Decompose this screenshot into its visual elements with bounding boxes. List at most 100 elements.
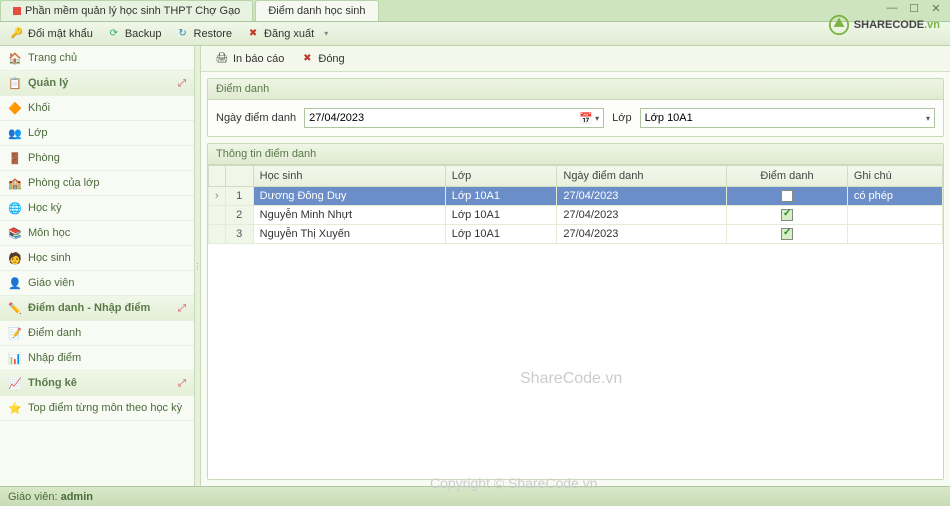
col-date[interactable]: Ngày điểm danh [557,166,727,187]
restore-icon: ↻ [176,27,190,41]
content-toolbar: 🖨 In báo cáo ✖ Đóng [201,46,950,72]
sidebar-item-khoi[interactable]: 🔶 Khối [0,96,194,121]
col-note[interactable]: Ghi chú [847,166,942,187]
sidebar-item-home[interactable]: 🏠Trang chủ [0,46,194,71]
date-input-field[interactable] [309,112,579,124]
sidebar-label: Lớp [28,127,47,139]
row-number: 1 [225,187,253,206]
sidebar-item-hocsinh[interactable]: 🧑Học sinh [0,246,194,271]
tab-label: Phần mềm quản lý học sinh THPT Chợ Gạo [25,5,240,17]
manage-icon: 📋 [8,76,22,90]
window-controls: — ☐ ✕ [884,2,944,15]
cell-class[interactable]: Lớp 10A1 [445,187,557,206]
score-icon: 📊 [8,351,22,365]
attendance-grid[interactable]: Học sinh Lớp Ngày điểm danh Điểm danh Gh… [208,165,943,244]
class-icon: 👥 [8,126,22,140]
room-icon: 🚪 [8,151,22,165]
col-class[interactable]: Lớp [445,166,557,187]
sidebar-item-diemdanh[interactable]: 📝 Điểm danh [0,321,194,346]
cell-attendance[interactable] [727,206,848,225]
classroom-icon: 🏫 [8,176,22,190]
sidebar-label: Điểm danh [28,327,81,339]
cell-note[interactable] [847,225,942,244]
grade-icon: 🔶 [8,101,22,115]
col-student[interactable]: Học sinh [253,166,445,187]
logout-button[interactable]: ✖ Đăng xuất [240,25,320,43]
attendance-icon: 📝 [8,326,22,340]
col-attendance[interactable]: Điểm danh [727,166,848,187]
cell-student[interactable]: Nguyễn Minh Nhựt [253,206,445,225]
grid-panel-title: Thông tin điểm danh [208,144,943,165]
class-selected-value: Lớp 10A1 [645,112,693,124]
cell-attendance[interactable] [727,225,848,244]
sidebar-group-attendance[interactable]: ✏️Điểm danh - Nhập điểm ⤢ [0,296,194,321]
cell-date[interactable]: 27/04/2023 [557,187,727,206]
tab-main-app[interactable]: Phần mềm quản lý học sinh THPT Chợ Gạo [0,0,253,21]
cell-date[interactable]: 27/04/2023 [557,206,727,225]
cell-class[interactable]: Lớp 10A1 [445,206,557,225]
maximize-button[interactable]: ☐ [906,2,922,15]
cell-student[interactable]: Dương Đông Duy [253,187,445,206]
sidebar-item-monhoc[interactable]: 📚 Môn học [0,221,194,246]
sidebar-label: Môn học [28,227,70,239]
cell-note[interactable]: có phép [847,187,942,206]
date-label: Ngày điểm danh [216,112,296,124]
table-row[interactable]: 3Nguyễn Thị XuyếnLớp 10A127/04/2023 [209,225,943,244]
close-tab-button[interactable]: ✖ Đóng [294,50,350,68]
cell-attendance[interactable] [727,187,848,206]
sidebar-item-giaovien[interactable]: 👤Giáo viên [0,271,194,296]
calendar-icon[interactable]: 📅 [579,112,593,125]
toolbar-label: Đăng xuất [264,28,314,40]
attendance-checkbox[interactable] [781,209,793,221]
logout-icon: ✖ [246,27,260,41]
toolbar-label: Đóng [318,53,344,65]
sidebar-item-phong[interactable]: 🚪 Phòng [0,146,194,171]
sidebar-group-stats[interactable]: 📈Thống kê ⤢ [0,371,194,396]
sidebar-item-nhapdiem[interactable]: 📊 Nhập điểm [0,346,194,371]
sidebar-label: Thống kê [28,377,77,389]
chevron-down-icon[interactable]: ▾ [926,114,930,123]
table-row[interactable]: 2Nguyễn Minh NhựtLớp 10A127/04/2023 [209,206,943,225]
status-bar: Giáo viên: admin [0,486,950,506]
class-dropdown[interactable]: Lớp 10A1 ▾ [640,108,935,128]
sidebar-item-lop[interactable]: 👥 Lớp [0,121,194,146]
cell-note[interactable] [847,206,942,225]
cell-date[interactable]: 27/04/2023 [557,225,727,244]
backup-button[interactable]: ⟳ Backup [101,25,168,43]
sidebar-label: Khối [28,102,50,114]
attendance-checkbox[interactable] [781,228,793,240]
cell-class[interactable]: Lớp 10A1 [445,225,557,244]
collapse-icon: ⤢ [178,303,186,314]
subject-icon: 📚 [8,226,22,240]
sidebar-label: Điểm danh - Nhập điểm [28,302,150,314]
toolbar-label: In báo cáo [233,53,284,65]
table-row[interactable]: ›1Dương Đông DuyLớp 10A127/04/2023 có phé… [209,187,943,206]
sidebar-item-top-diem[interactable]: ⭐Top điểm từng môn theo học kỳ [0,396,194,421]
sidebar-label: Nhập điểm [28,352,81,364]
close-window-button[interactable]: ✕ [928,2,944,15]
teacher-icon: 👤 [8,276,22,290]
change-password-button[interactable]: 🔑 Đổi mật khẩu [4,25,99,43]
sidebar-item-hocky[interactable]: 🌐Học kỳ [0,196,194,221]
sidebar-label: Học sinh [28,252,71,264]
minimize-button[interactable]: — [884,2,900,15]
toolbar-overflow-button[interactable]: ▾ [324,29,328,38]
sidebar-group-manage[interactable]: 📋Quản lý ⤢ [0,71,194,96]
tab-attendance[interactable]: Điểm danh học sinh [255,0,378,21]
cell-student[interactable]: Nguyễn Thị Xuyến [253,225,445,244]
sidebar-item-phong-lop[interactable]: 🏫Phòng của lớp [0,171,194,196]
row-indicator: › [209,187,226,206]
restore-button[interactable]: ↻ Restore [170,25,239,43]
print-report-button[interactable]: 🖨 In báo cáo [209,50,290,68]
grid-panel: Thông tin điểm danh Học sinh Lớp Ngày đi… [207,143,944,480]
row-number: 2 [225,206,253,225]
row-number: 3 [225,225,253,244]
backup-icon: ⟳ [107,27,121,41]
sidebar: 🏠Trang chủ 📋Quản lý ⤢ 🔶Khối 👥Lớp 🚪Phòng … [0,46,195,486]
sidebar-label: Phòng [28,152,60,164]
row-indicator-header [209,166,226,187]
chevron-down-icon[interactable]: ▾ [595,114,599,123]
date-picker[interactable]: 📅 ▾ [304,108,604,128]
attendance-checkbox[interactable] [781,190,793,202]
semester-icon: 🌐 [8,201,22,215]
